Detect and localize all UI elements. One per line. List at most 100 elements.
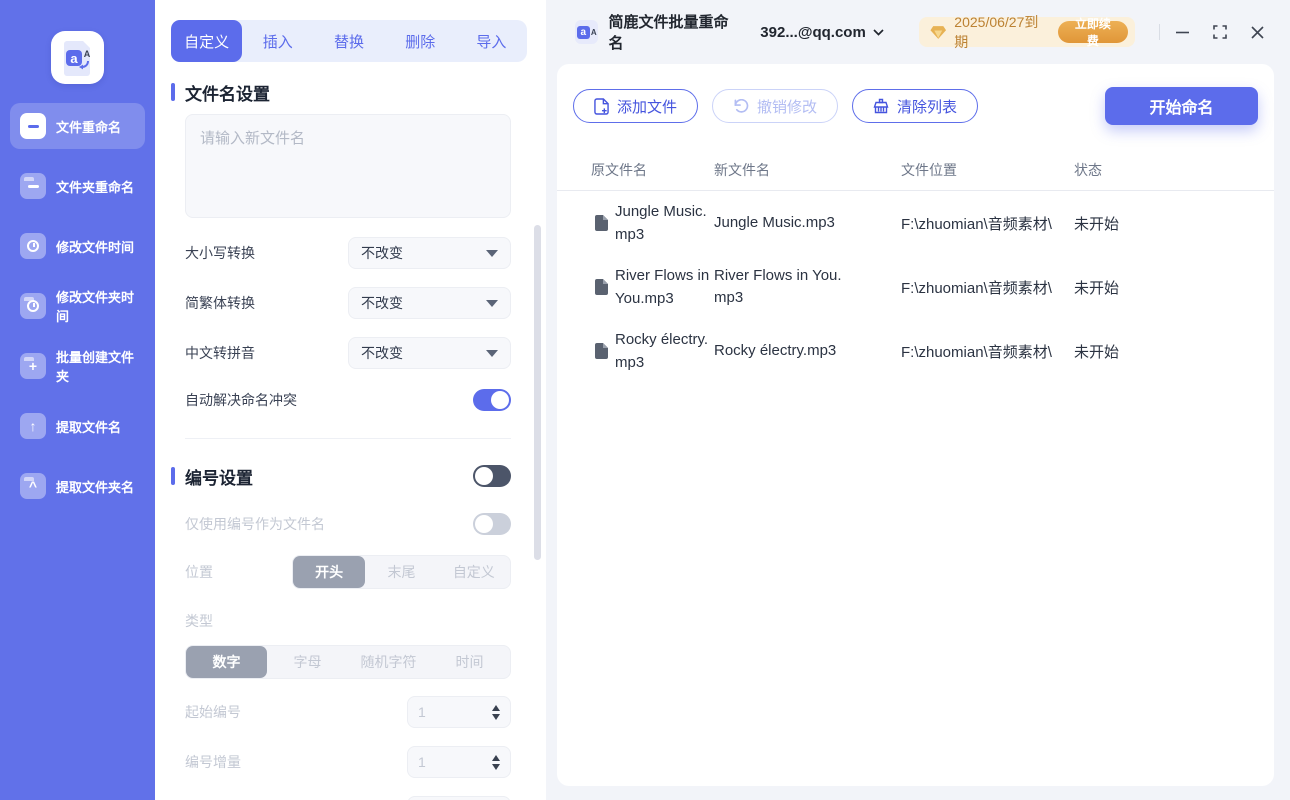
filename-section-header: 文件名设置 xyxy=(171,82,511,102)
chevron-down-icon xyxy=(873,29,884,36)
start-number-field xyxy=(407,696,511,728)
table-header: 原文件名 新文件名 文件位置 状态 xyxy=(557,150,1274,190)
sidebar-item-file-rename[interactable]: 文件重命名 xyxy=(10,103,145,149)
new-filename-input[interactable] xyxy=(185,114,511,218)
logo-icon: a A xyxy=(60,39,96,77)
position-option-custom[interactable]: 自定义 xyxy=(438,556,510,588)
start-number-row: 起始编号 xyxy=(185,696,511,728)
extract-foldername-icon: ^ xyxy=(20,473,46,499)
close-button[interactable] xyxy=(1243,17,1272,47)
sidebar-nav: 文件重命名 文件夹重命名 修改文件时间 修改文件夹时间 + 批量创建文件夹 ↑ … xyxy=(0,103,155,523)
conflict-toggle[interactable] xyxy=(473,389,511,411)
pinyin-convert-row: 中文转拼音 不改变 xyxy=(185,337,511,369)
rename-mode-tabs: 自定义 插入 替换 删除 导入 xyxy=(171,20,527,62)
sidebar-item-label: 提取文件夹名 xyxy=(56,477,134,496)
increment-input[interactable] xyxy=(418,754,492,770)
tab-insert[interactable]: 插入 xyxy=(242,20,313,62)
toolbar: 添加文件 撤销修改 清除列表 开始命 xyxy=(557,64,1274,125)
position-label: 位置 xyxy=(185,562,213,582)
stepper-arrows[interactable] xyxy=(492,755,500,770)
cell-status: 未开始 xyxy=(1074,277,1274,298)
select-value: 不改变 xyxy=(361,243,403,263)
only-number-toggle[interactable] xyxy=(473,513,511,535)
type-option-number[interactable]: 数字 xyxy=(186,646,267,678)
folder-time-icon xyxy=(20,293,46,319)
sidebar-item-folder-rename[interactable]: 文件夹重命名 xyxy=(10,163,145,209)
position-option-end[interactable]: 末尾 xyxy=(365,556,437,588)
type-option-letter[interactable]: 字母 xyxy=(267,646,348,678)
add-files-button[interactable]: 添加文件 xyxy=(573,89,698,123)
renew-button[interactable]: 立即续费 xyxy=(1058,21,1129,43)
increment-field xyxy=(407,746,511,778)
start-number-input[interactable] xyxy=(418,704,492,720)
numbering-toggle[interactable] xyxy=(473,465,511,487)
cell-location: F:\zhuomian\音频素材\ xyxy=(901,277,1074,298)
folder-rename-icon xyxy=(20,173,46,199)
file-time-icon xyxy=(20,233,46,259)
position-segmented-control: 开头 末尾 自定义 xyxy=(292,555,511,589)
cell-status: 未开始 xyxy=(1074,213,1274,234)
close-icon xyxy=(1251,26,1264,39)
increment-label: 编号增量 xyxy=(185,752,241,772)
svg-text:a: a xyxy=(70,51,78,66)
section-divider xyxy=(185,438,511,439)
main-area: aA 简鹿文件批量重命名 392...@qq.com 2025/06/27到期 … xyxy=(546,0,1290,800)
position-row: 位置 开头 末尾 自定义 xyxy=(185,555,511,589)
cell-new-name: River Flows in You.mp3 xyxy=(714,265,854,310)
start-rename-button[interactable]: 开始命名 xyxy=(1105,87,1258,125)
sidebar-item-label: 提取文件名 xyxy=(56,417,121,436)
clear-list-button[interactable]: 清除列表 xyxy=(852,89,978,123)
sidebar-item-label: 修改文件时间 xyxy=(56,237,134,256)
sidebar-item-create-folders[interactable]: + 批量创建文件夹 xyxy=(10,343,145,389)
traditional-convert-row: 简繁体转换 不改变 xyxy=(185,287,511,319)
table-row[interactable]: River Flows in You.mp3 River Flows in Yo… xyxy=(557,255,1274,319)
select-value: 不改变 xyxy=(361,293,403,313)
stepper-arrows[interactable] xyxy=(492,705,500,720)
type-option-random[interactable]: 随机字符 xyxy=(348,646,429,678)
undo-button[interactable]: 撤销修改 xyxy=(712,89,838,123)
only-number-row: 仅使用编号作为文件名 xyxy=(185,513,511,535)
table-row[interactable]: Jungle Music.mp3 Jungle Music.mp3 F:\zhu… xyxy=(557,191,1274,255)
tab-custom[interactable]: 自定义 xyxy=(171,20,242,62)
position-option-start[interactable]: 开头 xyxy=(293,556,365,588)
sidebar: a A 文件重命名 文件夹重命名 修改文件时间 修改文件夹时间 xyxy=(0,0,155,800)
vip-gem-icon xyxy=(930,25,947,40)
sidebar-item-label: 文件夹重命名 xyxy=(56,177,134,196)
cell-location: F:\zhuomian\音频素材\ xyxy=(901,213,1074,234)
pinyin-convert-select[interactable]: 不改变 xyxy=(348,337,511,369)
tab-replace[interactable]: 替换 xyxy=(313,20,384,62)
app-titlebar-icon: aA xyxy=(575,20,598,44)
cell-location: F:\zhuomian\音频素材\ xyxy=(901,341,1074,362)
case-convert-row: 大小写转换 不改变 xyxy=(185,237,511,269)
file-icon xyxy=(595,279,608,295)
numbering-title: 编号设置 xyxy=(185,464,253,489)
add-file-icon xyxy=(594,98,609,115)
account-dropdown[interactable]: 392...@qq.com xyxy=(760,24,884,41)
file-icon xyxy=(595,343,608,359)
cell-original-name: Rocky électry.mp3 xyxy=(557,328,714,375)
clear-list-icon xyxy=(873,98,889,114)
sidebar-item-folder-time[interactable]: 修改文件夹时间 xyxy=(10,283,145,329)
cell-original-name: River Flows in You.mp3 xyxy=(557,264,714,311)
start-number-label: 起始编号 xyxy=(185,702,241,722)
traditional-convert-label: 简繁体转换 xyxy=(185,293,255,313)
file-icon xyxy=(595,215,608,231)
sidebar-item-file-time[interactable]: 修改文件时间 xyxy=(10,223,145,269)
minimize-button[interactable] xyxy=(1168,17,1197,47)
tab-delete[interactable]: 删除 xyxy=(385,20,456,62)
panel-scrollbar-thumb[interactable] xyxy=(534,225,541,560)
sidebar-item-extract-filename[interactable]: ↑ 提取文件名 xyxy=(10,403,145,449)
type-option-time[interactable]: 时间 xyxy=(429,646,510,678)
header-location: 文件位置 xyxy=(901,160,1074,180)
app-title: 简鹿文件批量重命名 xyxy=(608,11,740,53)
minimize-icon xyxy=(1176,31,1189,34)
tab-import[interactable]: 导入 xyxy=(456,20,527,62)
traditional-convert-select[interactable]: 不改变 xyxy=(348,287,511,319)
numbering-section-header: 编号设置 xyxy=(171,464,511,488)
case-convert-label: 大小写转换 xyxy=(185,243,255,263)
cell-status: 未开始 xyxy=(1074,341,1274,362)
case-convert-select[interactable]: 不改变 xyxy=(348,237,511,269)
maximize-button[interactable] xyxy=(1205,17,1234,47)
table-row[interactable]: Rocky électry.mp3 Rocky électry.mp3 F:\z… xyxy=(557,319,1274,383)
sidebar-item-extract-foldername[interactable]: ^ 提取文件夹名 xyxy=(10,463,145,509)
